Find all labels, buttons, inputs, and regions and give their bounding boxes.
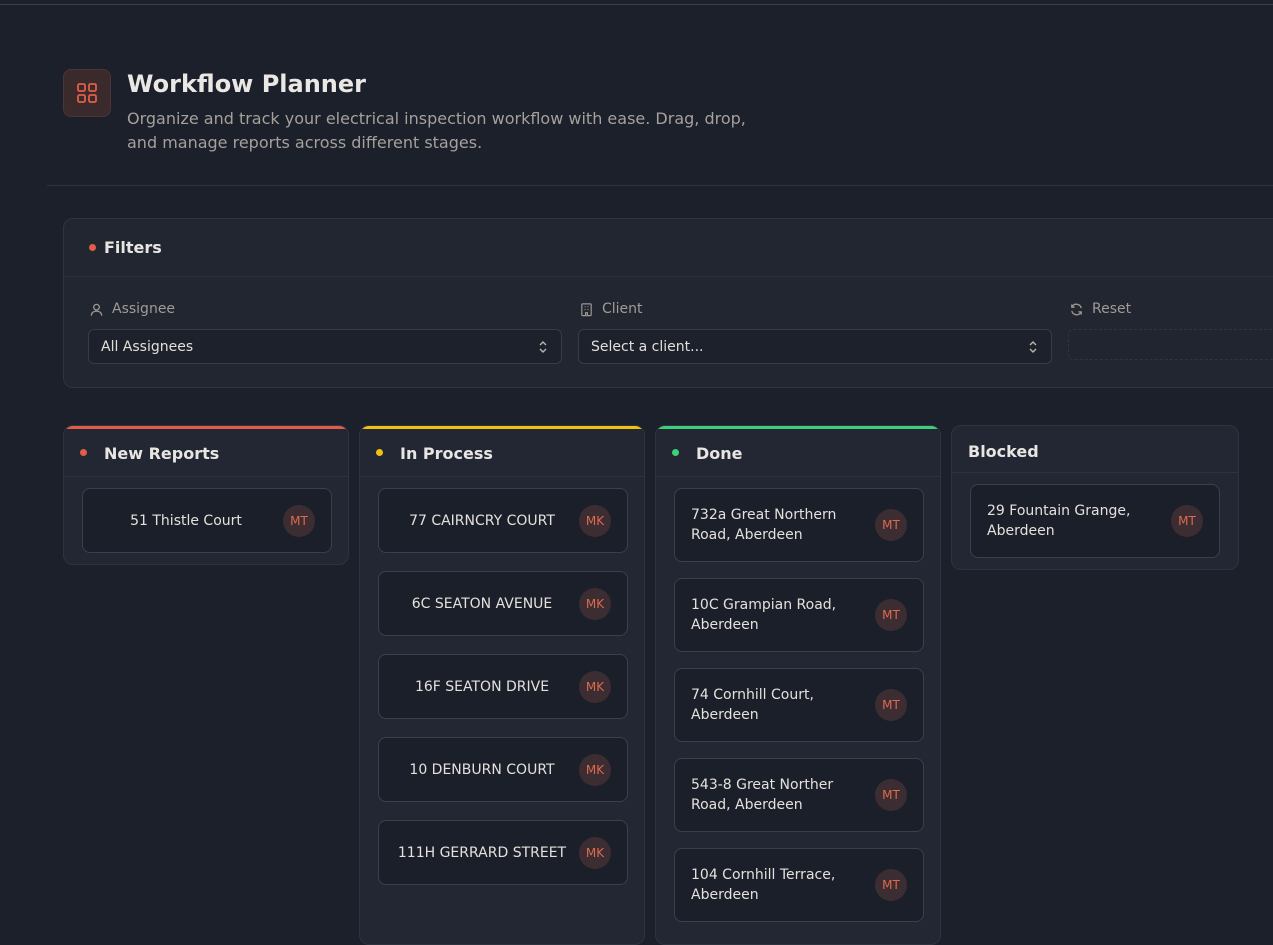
report-card[interactable]: 10C Grampian Road, Aberdeen MT [674,578,924,652]
report-card[interactable]: 543-8 Great Norther Road, Aberdeen MT [674,758,924,832]
column-header: In Process [360,426,644,477]
card-address: 74 Cornhill Court, Aberdeen [691,687,814,723]
assignee-select[interactable]: All Assignees [88,329,562,364]
card-address: 6C SEATON AVENUE [411,595,553,612]
card-address: 51 Thistle Court [130,512,242,529]
refresh-icon [1071,303,1082,315]
card-address: 10 DENBURN COURT [409,761,555,778]
report-card[interactable]: 74 Cornhill Court, Aberdeen MT [674,668,924,742]
column-in-process: In Process 77 CAIRNCRY COURT MK 6C SEATO… [359,425,645,945]
card-address: 732a Great Northern Road, Aberdeen [691,507,837,543]
report-card[interactable]: 10 DENBURN COURT MK [378,737,628,802]
user-icon [90,303,103,316]
avatar: MK [579,504,611,537]
client-select-value: Select a client... [591,338,704,355]
report-card[interactable]: 29 Fountain Grange, Aberdeen MT [970,484,1220,558]
column-body: 51 Thistle Court MT [64,477,348,564]
reset-label-text: Reset [1092,301,1132,317]
column-body: 29 Fountain Grange, Aberdeen MT [952,473,1238,569]
client-label: Client [579,301,643,317]
avatar: MK [579,753,611,786]
card-address: 10C Grampian Road, Aberdeen [691,597,837,633]
avatar: MT [875,869,907,901]
column-title: New Reports [104,444,220,463]
column-header: Blocked [952,426,1238,473]
column-header: Done [656,426,940,477]
card-address: 104 Cornhill Terrace, Aberdeen [691,867,836,903]
assignee-label-text: Assignee [112,301,176,317]
column-accent [360,426,644,429]
client-label-text: Client [602,301,643,317]
reset-label: Reset [1069,301,1131,317]
column-body: 732a Great Northern Road, Aberdeen MT 10… [656,477,940,933]
card-address: 29 Fountain Grange, Aberdeen [987,503,1131,539]
column-done: Done 732a Great Northern Road, Aberdeen … [655,425,941,945]
reset-button[interactable]: No [1068,329,1273,360]
avatar: MT [875,599,907,631]
avatar: MT [875,779,907,811]
report-card[interactable]: 77 CAIRNCRY COURT MK [378,488,628,553]
avatar: MT [1171,505,1203,537]
filters-panel: Filters Assignee All Assignees Client Se… [63,218,1273,388]
column-accent [656,426,940,429]
status-dot [80,449,87,456]
header-divider [47,185,1273,186]
avatar: MT [875,509,907,541]
page-title: Workflow Planner [127,70,367,98]
chevron-updown-icon [539,341,547,353]
filters-dot [89,244,96,251]
status-dot [376,449,383,456]
grid-icon [63,69,111,117]
report-card[interactable]: 732a Great Northern Road, Aberdeen MT [674,488,924,562]
card-address: 77 CAIRNCRY COURT [409,512,555,529]
report-card[interactable]: 16F SEATON DRIVE MK [378,654,628,719]
filters-title: Filters [104,238,162,257]
column-new-reports: New Reports 51 Thistle Court MT [63,425,349,565]
column-body: 77 CAIRNCRY COURT MK 6C SEATON AVENUE MK… [360,477,644,896]
page-header: Workflow Planner Organize and track your… [63,69,963,169]
column-title: In Process [400,444,493,463]
column-blocked: Blocked 29 Fountain Grange, Aberdeen MT [951,425,1239,570]
assignee-label: Assignee [89,301,175,317]
page-subtitle: Organize and track your electrical inspe… [127,109,746,152]
avatar: MK [579,670,611,703]
column-accent [64,426,348,429]
avatar: MT [875,689,907,721]
chevron-updown-icon [1029,341,1037,353]
card-address: 111H GERRARD STREET [397,844,567,861]
report-card[interactable]: 6C SEATON AVENUE MK [378,571,628,636]
card-address: 16F SEATON DRIVE [414,678,550,695]
client-select[interactable]: Select a client... [578,329,1052,364]
column-title: Blocked [968,442,1039,461]
filters-header: Filters [64,219,1273,277]
report-card[interactable]: 104 Cornhill Terrace, Aberdeen MT [674,848,924,922]
assignee-select-value: All Assignees [101,338,194,355]
status-dot [672,449,679,456]
report-card[interactable]: 111H GERRARD STREET MK [378,820,628,885]
report-card[interactable]: 51 Thistle Court MT [82,488,332,553]
column-title: Done [696,444,743,463]
avatar: MK [579,836,611,869]
top-border [0,4,1273,5]
building-icon [581,302,592,316]
avatar: MT [283,504,315,537]
card-address: 543-8 Great Norther Road, Aberdeen [691,777,834,813]
avatar: MK [579,587,611,620]
column-header: New Reports [64,426,348,477]
